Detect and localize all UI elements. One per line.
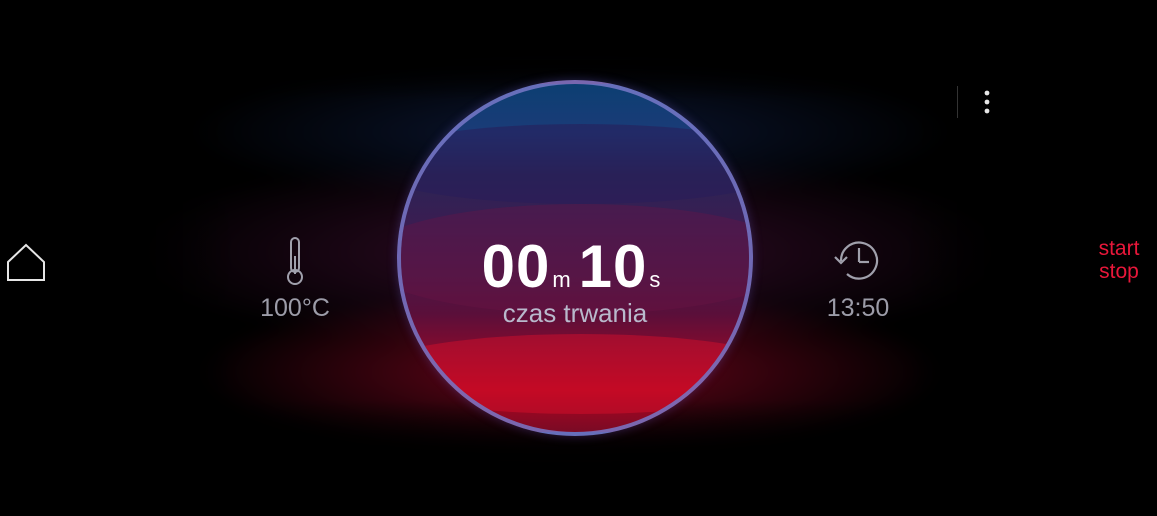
dial-wave	[401, 334, 749, 414]
timer-dial[interactable]: 00m 10s czas trwania	[397, 80, 753, 436]
end-time-widget[interactable]: 13:50	[808, 236, 908, 323]
oven-screen: 100°C 00m 10s czas trwania 13:50 start st…	[0, 0, 1157, 516]
timer-caption: czas trwania	[502, 298, 648, 328]
timer-seconds: 10	[578, 233, 648, 300]
dial-wave	[401, 124, 749, 204]
start-label: start	[1098, 237, 1140, 260]
more-menu-button[interactable]	[976, 86, 998, 118]
thermometer-icon	[287, 237, 303, 285]
home-icon	[7, 243, 45, 281]
stop-label: stop	[1099, 260, 1139, 283]
timer-display: 00m 10s	[401, 232, 749, 301]
timer-minutes: 00	[481, 233, 551, 300]
home-button[interactable]	[4, 240, 48, 284]
clock-history-icon	[834, 241, 879, 280]
timer-seconds-unit: s	[649, 267, 661, 292]
start-stop-button[interactable]: start stop	[1086, 237, 1152, 283]
temperature-value: 100°C	[260, 294, 330, 322]
timer-minutes-unit: m	[552, 267, 571, 292]
more-vertical-icon	[984, 90, 990, 114]
temperature-widget[interactable]: 100°C	[245, 236, 345, 323]
divider	[957, 86, 958, 118]
end-time-value: 13:50	[826, 294, 890, 322]
